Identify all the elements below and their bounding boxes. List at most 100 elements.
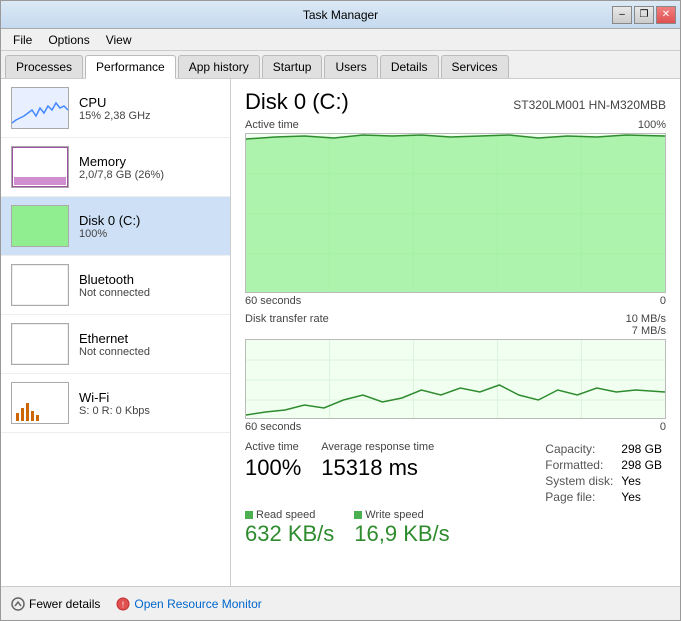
cpu-title: CPU	[79, 95, 220, 110]
tab-performance[interactable]: Performance	[85, 55, 176, 79]
disk-transfer-section: Disk transfer rate 10 MB/s 7 MB/s	[245, 313, 666, 433]
stats-row: Active time 100% Average response time 1…	[245, 441, 666, 505]
close-button[interactable]: ✕	[656, 6, 676, 24]
avg-response-label: Average response time	[321, 441, 434, 453]
sidebar-item-disk[interactable]: Disk 0 (C:) 100%	[1, 197, 230, 256]
chart-right-label: 0	[660, 295, 666, 307]
chevron-up-icon	[11, 597, 25, 611]
minimize-button[interactable]: –	[612, 6, 632, 24]
menu-bar: File Options View	[1, 29, 680, 51]
cpu-chart	[12, 88, 68, 128]
title-bar: Task Manager – ❐ ✕	[1, 1, 680, 29]
disk-header: Disk 0 (C:) ST320LM001 HN-M320MBB	[245, 89, 666, 115]
write-speed-value: 16,9 KB/s	[354, 521, 449, 547]
system-label: System disk:	[541, 473, 617, 489]
capacity-label: Capacity:	[541, 441, 617, 457]
cpu-info: CPU 15% 2,38 GHz	[79, 95, 220, 122]
window-controls: – ❐ ✕	[612, 6, 676, 24]
ethernet-subtitle: Not connected	[79, 346, 220, 358]
tab-startup[interactable]: Startup	[262, 55, 323, 78]
read-speed-value: 632 KB/s	[245, 521, 334, 547]
content-area: CPU 15% 2,38 GHz Memory 2,0/7,8 GB (26%)	[1, 79, 680, 586]
task-manager-window: Task Manager – ❐ ✕ File Options View Pro…	[0, 0, 681, 621]
tab-app-history[interactable]: App history	[178, 55, 260, 78]
chart-time-label: 60 seconds	[245, 295, 301, 307]
active-time-label: Active time	[245, 119, 299, 131]
sidebar-item-cpu[interactable]: CPU 15% 2,38 GHz	[1, 79, 230, 138]
transfer-label-row: Disk transfer rate 10 MB/s 7 MB/s	[245, 313, 666, 337]
active-time-stat-value: 100%	[245, 455, 301, 481]
memory-chart	[12, 147, 68, 187]
ethernet-thumbnail	[11, 323, 69, 365]
formatted-row: Formatted: 298 GB	[541, 457, 666, 473]
disk-panel-title: Disk 0 (C:)	[245, 89, 349, 115]
cpu-subtitle: 15% 2,38 GHz	[79, 110, 220, 122]
transfer-right-labels: 10 MB/s 7 MB/s	[626, 313, 666, 337]
bluetooth-info: Bluetooth Not connected	[79, 272, 220, 299]
transfer-svg	[246, 340, 665, 419]
pagefile-label: Page file:	[541, 489, 617, 505]
wifi-thumbnail	[11, 382, 69, 424]
menu-file[interactable]: File	[5, 31, 40, 49]
bluetooth-title: Bluetooth	[79, 272, 220, 287]
sidebar-item-bluetooth[interactable]: Bluetooth Not connected	[1, 256, 230, 315]
read-speed-icon	[245, 511, 253, 519]
active-time-bottom: 60 seconds 0	[245, 295, 666, 307]
sidebar-item-memory[interactable]: Memory 2,0/7,8 GB (26%)	[1, 138, 230, 197]
transfer-bottom: 60 seconds 0	[245, 421, 666, 433]
pagefile-value: Yes	[617, 489, 666, 505]
write-speed-icon	[354, 511, 362, 519]
right-stats-table: Capacity: 298 GB Formatted: 298 GB Syste…	[541, 441, 666, 505]
tab-processes[interactable]: Processes	[5, 55, 83, 78]
window-title: Task Manager	[303, 8, 378, 22]
monitor-icon: !	[116, 597, 130, 611]
formatted-label: Formatted:	[541, 457, 617, 473]
write-speed-block: Write speed 16,9 KB/s	[354, 509, 449, 547]
wifi-info: Wi-Fi S: 0 R: 0 Kbps	[79, 390, 220, 417]
active-time-section: Active time 100%	[245, 119, 666, 307]
sidebar-item-wifi[interactable]: Wi-Fi S: 0 R: 0 Kbps	[1, 374, 230, 433]
active-time-pct: 100%	[638, 119, 666, 131]
wifi-chart	[12, 383, 68, 423]
disk-subtitle: 100%	[79, 228, 220, 240]
tab-services[interactable]: Services	[441, 55, 509, 78]
read-speed-block: Read speed 632 KB/s	[245, 509, 334, 547]
transfer-right-10mb: 10 MB/s	[626, 313, 666, 325]
wifi-subtitle: S: 0 R: 0 Kbps	[79, 405, 220, 417]
system-row: System disk: Yes	[541, 473, 666, 489]
transfer-right-7mb: 7 MB/s	[626, 325, 666, 337]
disk-info: Disk 0 (C:) 100%	[79, 213, 220, 240]
memory-subtitle: 2,0/7,8 GB (26%)	[79, 169, 220, 181]
write-speed-label: Write speed	[354, 509, 449, 521]
fewer-details-button[interactable]: Fewer details	[11, 597, 100, 611]
menu-options[interactable]: Options	[40, 31, 97, 49]
active-time-svg	[246, 134, 665, 293]
wifi-title: Wi-Fi	[79, 390, 220, 405]
maximize-button[interactable]: ❐	[634, 6, 654, 24]
disk-title: Disk 0 (C:)	[79, 213, 220, 228]
cpu-thumbnail	[11, 87, 69, 129]
disk-thumbnail	[11, 205, 69, 247]
tab-details[interactable]: Details	[380, 55, 439, 78]
memory-title: Memory	[79, 154, 220, 169]
active-time-stat-label: Active time	[245, 441, 301, 453]
resource-monitor-label: Open Resource Monitor	[134, 597, 261, 611]
footer: Fewer details ! Open Resource Monitor	[1, 586, 680, 620]
capacity-value: 298 GB	[617, 441, 666, 457]
memory-info: Memory 2,0/7,8 GB (26%)	[79, 154, 220, 181]
ethernet-chart	[12, 324, 68, 364]
disk-transfer-chart	[245, 339, 666, 419]
formatted-value: 298 GB	[617, 457, 666, 473]
read-speed-label: Read speed	[245, 509, 334, 521]
pagefile-row: Page file: Yes	[541, 489, 666, 505]
system-value: Yes	[617, 473, 666, 489]
active-time-label-row: Active time 100%	[245, 119, 666, 131]
tab-users[interactable]: Users	[324, 55, 377, 78]
sidebar-item-ethernet[interactable]: Ethernet Not connected	[1, 315, 230, 374]
main-panel: Disk 0 (C:) ST320LM001 HN-M320MBB Active…	[231, 79, 680, 586]
avg-response-value: 15318 ms	[321, 455, 434, 481]
active-time-stat: Active time 100%	[245, 441, 301, 505]
menu-view[interactable]: View	[98, 31, 140, 49]
fewer-details-label: Fewer details	[29, 597, 100, 611]
open-resource-monitor-link[interactable]: ! Open Resource Monitor	[116, 597, 261, 611]
